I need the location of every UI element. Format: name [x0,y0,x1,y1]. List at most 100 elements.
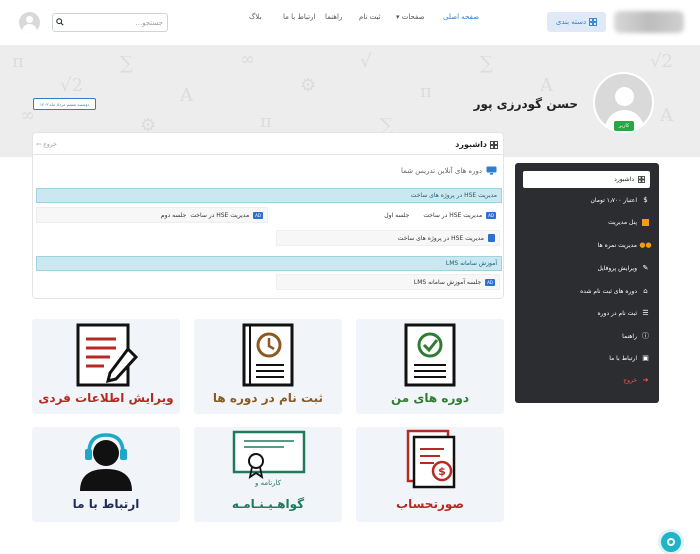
nav-help[interactable]: راهنما [325,13,342,21]
tile-label: ارتباط با ما [72,497,140,511]
dashboard-logout-link[interactable]: ⇦ خروج [36,141,57,148]
session-suffix: جلسه اول [384,211,410,219]
document-icon [488,234,495,242]
sidebar-item-label: خروج [623,377,637,384]
sidebar-item-edit-profile[interactable]: ✎ ویرایش پروفایل [597,264,649,273]
sidebar-item-enroll[interactable]: ☰ ثبت نام در دوره [598,309,650,318]
session-item[interactable]: مدیریت HSE در پروژه های ساخت [276,230,500,246]
grid-icon [638,176,645,183]
sidebar-item-credit[interactable]: $ اعتبار ۱٫۷۰۰ تومان [590,196,649,205]
session-label: مدیریت HSE در پروژه های ساخت [397,234,484,242]
sidebar-item-dashboard[interactable]: داشبورد [523,171,650,188]
pattern-glyph: A [660,105,673,126]
session-label: مدیریت HSE در ساخت [190,211,250,219]
sidebar-item-label: اعتبار ۱٫۷۰۰ تومان [590,197,637,204]
sidebar-item-contact[interactable]: ▣ ارتباط با ما [609,354,649,363]
chevron-down-icon: ▾ [396,13,400,21]
session-item[interactable]: AD جلسه آموزش سامانه LMS [276,274,500,290]
chat-bubble-icon [667,538,675,546]
session-suffix: جلسه دوم [160,211,187,219]
tile-my-courses[interactable]: دوره های من [356,319,504,414]
ad-badge-icon: AD [486,211,496,219]
online-courses-title-text: دوره های آنلاین تدریس شما [400,166,482,175]
sidebar: داشبورد $ اعتبار ۱٫۷۰۰ تومان پنل مدیریت ●… [515,163,659,403]
course-header[interactable]: مدیریت HSE در پروژه های ساخت [36,188,502,203]
tile-sublabel: کارنامه و [254,479,282,487]
site-logo[interactable] [614,11,684,33]
tile-contact[interactable]: ارتباط با ما [32,427,180,522]
user-avatar-icon[interactable] [19,12,40,33]
tile-enroll-courses[interactable]: ثبت نام در دوره ها [194,319,342,414]
tile-edit-profile[interactable]: ویرایش اطلاعات فردی [32,319,180,414]
online-courses-title: دوره های آنلاین تدریس شما [401,166,497,175]
sidebar-item-help[interactable]: ⓘ راهنما [622,332,649,341]
sidebar-item-admin-panel[interactable]: پنل مدیریت [608,219,649,226]
role-badge: کاربر [614,121,634,131]
institution-icon: ⌂ [643,287,648,295]
logout-icon: ⇦ [36,141,42,148]
dollar-icon: $ [643,196,648,204]
nav-home[interactable]: صفحه اصلی [443,13,479,21]
sidebar-item-enrolled-courses[interactable]: ⌂ دوره های ثبت نام شده [580,287,649,296]
nav-contact[interactable]: ارتباط با ما [283,13,315,21]
sidebar-item-label: ویرایش پروفایل [597,265,637,272]
nav-pages[interactable]: ▾ صفحات [396,13,424,21]
session-item[interactable]: AD مدیریت HSE در ساخت جلسه اول [276,207,500,223]
nav-pages-label: صفحات [401,13,425,21]
session-item[interactable]: AD مدیریت HSE در ساخت جلسه دوم [36,207,268,223]
pattern-glyph: π [12,51,24,72]
sidebar-item-label: پنل مدیریت [608,219,637,226]
grid-icon [589,18,598,26]
message-icon: ▣ [642,354,649,362]
category-label: دسته بندی [555,18,587,26]
search-icon[interactable] [56,18,64,26]
chat-button[interactable] [658,529,684,554]
pattern-glyph: A [540,75,553,96]
sidebar-item-grades[interactable]: ●● مدیریت نمره ها [597,241,652,250]
sidebar-item-label: راهنما [622,333,637,340]
session-label: مدیریت HSE در ساخت [423,211,483,219]
pattern-glyph: A [180,85,193,106]
pattern-glyph: √2 [650,51,673,72]
profile-name: حسن گودرزی پور [473,97,578,111]
nav-blog[interactable]: بلاگ [249,13,261,21]
logout-icon: ➜ [642,376,649,384]
tile-label: ثبت نام در دوره ها [212,391,324,405]
dashboard-header: داشبورد ⇦ خروج [33,133,503,155]
ad-badge-icon: AD [253,211,263,219]
list-icon: ☰ [642,309,649,317]
tile-invoices[interactable]: $ صورتحساب [356,427,504,522]
sidebar-item-label: داشبورد [614,176,634,183]
sidebar-item-logout[interactable]: ➜ خروج [623,376,649,385]
dashboard-logout-label: خروج [43,141,57,148]
dashboard-title-text: داشبورد [455,140,487,149]
dashboard-panel: داشبورد ⇦ خروج دوره های آنلاین تدریس شما… [32,132,504,299]
nav-register[interactable]: ثبت نام [359,13,381,21]
tile-label: صورتحساب [396,497,464,511]
tile-label: گواهـیـنـامـه [231,497,305,511]
pattern-glyph: ∑ [480,53,493,74]
users-icon: ●● [639,241,652,249]
svg-text:$: $ [438,465,446,478]
pattern-glyph: ⚙ [300,75,317,96]
user-edit-icon: ✎ [642,264,649,272]
pattern-glyph: √ [360,51,372,72]
dashboard-title: داشبورد [455,140,498,149]
category-button[interactable]: دسته بندی [547,12,606,32]
tile-label: دوره های من [390,391,470,405]
ad-badge-icon: AD [485,278,495,286]
panel-icon [642,219,649,226]
course-header[interactable]: آموزش سامانه LMS [36,256,502,271]
pattern-glyph: ∞ [240,49,255,70]
sidebar-item-label: ارتباط با ما [609,355,637,362]
pattern-glyph: π [260,111,272,132]
session-label: جلسه آموزش سامانه LMS [413,278,482,286]
monitor-icon [486,166,497,175]
top-navbar: بلاگ ارتباط با ما راهنما ثبت نام ▾ صفحات… [0,0,700,45]
tile-certificates[interactable]: کارنامه و گواهـیـنـامـه [194,427,342,522]
pattern-glyph: π [420,81,432,102]
search-input[interactable] [67,16,163,29]
pattern-glyph: ∑ [120,53,133,74]
info-icon: ⓘ [642,332,649,340]
sidebar-item-label: مدیریت نمره ها [597,242,637,249]
